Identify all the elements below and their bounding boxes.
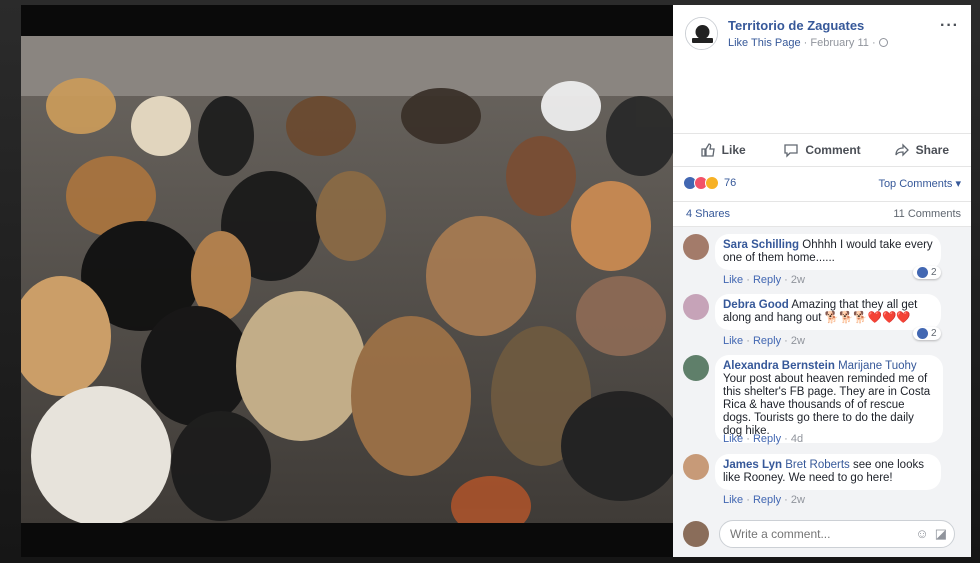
post-side-panel: Territorio de Zaguates Like This Page · …: [673, 5, 971, 557]
page-avatar[interactable]: [685, 17, 718, 50]
sticker-icon[interactable]: ◪: [935, 526, 947, 542]
like-reaction-icon: [917, 328, 928, 339]
comment-reactions-badge[interactable]: 2: [913, 327, 941, 340]
comment-age[interactable]: 4d: [791, 433, 803, 445]
post-date[interactable]: February 11: [810, 37, 869, 49]
comment-mention[interactable]: Bret Roberts: [785, 459, 850, 471]
comment-age[interactable]: 2w: [791, 274, 805, 286]
comment-bubble: Debra Good Amazing that they all get alo…: [715, 294, 941, 330]
comment-icon: [784, 144, 798, 158]
comment-composer: ☺ ◪: [683, 520, 961, 548]
comment-like-link[interactable]: Like: [723, 494, 743, 506]
comment-age[interactable]: 2w: [791, 335, 805, 347]
post-header: Territorio de Zaguates Like This Page · …: [685, 17, 961, 57]
share-label: Share: [915, 143, 949, 157]
reactions-summary: 76 Top Comments ▾: [683, 175, 961, 191]
comment-reaction-count: 2: [931, 328, 937, 339]
comment-reactions-badge[interactable]: 2: [913, 266, 941, 279]
comment-age[interactable]: 2w: [791, 494, 805, 506]
comment-bubble: James Lyn Bret Roberts see one looks lik…: [715, 454, 941, 490]
comment-item: Sara Schilling Ohhhh I would take every …: [683, 234, 961, 290]
dogs-photo-illustration: [21, 36, 673, 523]
commenter-name[interactable]: James Lyn: [723, 459, 782, 471]
post-action-bar: Like Comment Share: [673, 133, 971, 167]
current-user-avatar[interactable]: [683, 521, 709, 547]
commenter-name[interactable]: Debra Good: [723, 299, 789, 311]
comment-label: Comment: [805, 143, 861, 157]
more-options-button[interactable]: ···: [940, 17, 959, 35]
comment-reaction-count: 2: [931, 267, 937, 278]
comment-item: Debra Good Amazing that they all get alo…: [683, 294, 961, 350]
post-meta: Like This Page · February 11 ·: [728, 37, 888, 49]
comment-mention[interactable]: Marijane Tuohy: [838, 360, 917, 372]
like-button[interactable]: Like: [673, 134, 772, 166]
shares-link[interactable]: 4 Shares: [686, 208, 730, 226]
comment-footer: Like · Reply · 2w: [723, 494, 805, 506]
comment-footer: Like · Reply · 4d: [723, 433, 804, 445]
comment-item: Alexandra Bernstein Marijane Tuohy Your …: [683, 355, 961, 453]
meta-separator: ·: [871, 37, 876, 49]
comment-footer: Like · Reply · 2w: [723, 335, 805, 347]
like-label: Like: [721, 143, 746, 157]
haha-reaction-icon[interactable]: [705, 176, 719, 190]
post-photo[interactable]: [21, 36, 673, 523]
meta-separator: ·: [803, 37, 808, 49]
comment-reply-link[interactable]: Reply: [753, 433, 781, 445]
share-button[interactable]: Share: [872, 134, 971, 166]
comment-reply-link[interactable]: Reply: [753, 274, 781, 286]
shares-comments-row: 4 Shares 11 Comments: [673, 201, 971, 226]
like-reaction-icon: [917, 267, 928, 278]
thumbs-up-icon: [701, 143, 715, 157]
composer-icons: ☺ ◪: [915, 526, 947, 542]
comment-text: Your post about heaven reminded me of th…: [723, 373, 931, 437]
comment-like-link[interactable]: Like: [723, 335, 743, 347]
emoji-icon[interactable]: ☺: [915, 526, 928, 542]
commenter-avatar[interactable]: [683, 294, 709, 320]
top-comments-dropdown[interactable]: Top Comments ▾: [878, 177, 961, 190]
comments-count-link[interactable]: 11 Comments: [893, 208, 961, 226]
commenter-name[interactable]: Sara Schilling: [723, 239, 799, 251]
commenter-avatar[interactable]: [683, 454, 709, 480]
comment-bubble: Sara Schilling Ohhhh I would take every …: [715, 234, 941, 270]
globe-icon: [878, 38, 888, 47]
comment-bubble: Alexandra Bernstein Marijane Tuohy Your …: [715, 355, 943, 443]
comment-footer: Like · Reply · 2w: [723, 274, 805, 286]
commenter-avatar[interactable]: [683, 355, 709, 381]
comment-like-link[interactable]: Like: [723, 274, 743, 286]
comment-item: James Lyn Bret Roberts see one looks lik…: [683, 454, 961, 510]
commenter-avatar[interactable]: [683, 234, 709, 260]
share-icon: [894, 143, 909, 157]
comment-reply-link[interactable]: Reply: [753, 335, 781, 347]
comment-like-link[interactable]: Like: [723, 433, 743, 445]
comment-reply-link[interactable]: Reply: [753, 494, 781, 506]
comment-button[interactable]: Comment: [772, 134, 871, 166]
page-logo-icon: [686, 18, 717, 49]
reaction-count[interactable]: 76: [724, 177, 736, 189]
like-page-link[interactable]: Like This Page: [728, 37, 801, 49]
page-name-link[interactable]: Territorio de Zaguates: [728, 18, 864, 33]
commenter-name[interactable]: Alexandra Bernstein: [723, 360, 835, 372]
